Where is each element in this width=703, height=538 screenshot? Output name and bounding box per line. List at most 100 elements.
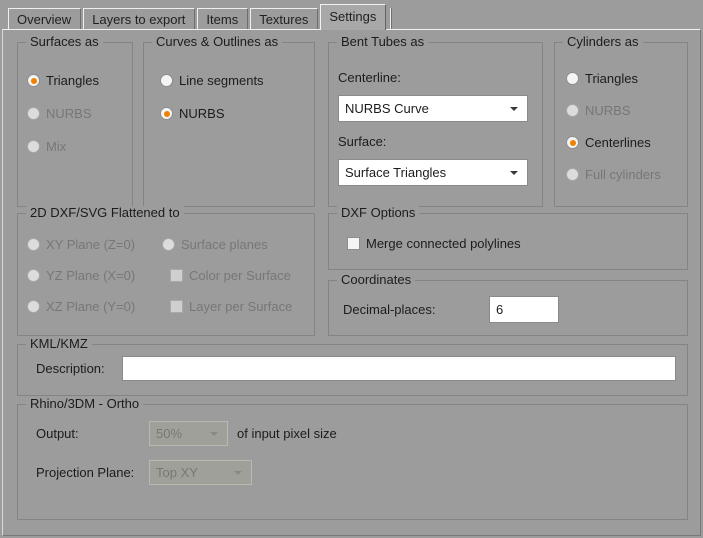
- checkbox-label: Layer per Surface: [189, 299, 292, 314]
- radio-icon: [160, 107, 173, 120]
- radio-label: Mix: [46, 139, 66, 154]
- label-text: Projection Plane:: [36, 465, 134, 480]
- radio-icon: [566, 104, 579, 117]
- radio-icon: [160, 74, 173, 87]
- checkbox-color-per-surface: Color per Surface: [170, 268, 291, 283]
- tab-strip-endcap: [390, 8, 392, 30]
- centerline-dropdown[interactable]: NURBS Curve: [338, 95, 528, 122]
- surface-dropdown[interactable]: Surface Triangles: [338, 159, 528, 186]
- radio-icon: [27, 140, 40, 153]
- radio-icon: [566, 72, 579, 85]
- group-curves-outlines-as: Curves & Outlines as Line segments NURBS: [143, 42, 315, 207]
- group-bent-tubes-as: Bent Tubes as Centerline: NURBS Curve Su…: [328, 42, 543, 207]
- description-input[interactable]: [122, 356, 676, 381]
- radio-surface-planes: Surface planes: [162, 237, 268, 252]
- radio-label: Full cylinders: [585, 167, 661, 182]
- group-surfaces-as: Surfaces as Triangles NURBS Mix: [17, 42, 133, 207]
- radio-surfaces-nurbs: NURBS: [27, 106, 92, 121]
- radio-icon: [27, 300, 40, 313]
- radio-cylinders-centerlines[interactable]: Centerlines: [566, 135, 651, 150]
- radio-icon: [27, 107, 40, 120]
- radio-icon: [566, 168, 579, 181]
- radio-label: XZ Plane (Y=0): [46, 299, 135, 314]
- centerline-value: NURBS Curve: [345, 101, 429, 116]
- group-title: DXF Options: [337, 206, 419, 220]
- tab-overview[interactable]: Overview: [8, 8, 81, 30]
- projection-plane-dropdown: Top XY: [149, 460, 252, 485]
- decimal-places-value: 6: [496, 302, 503, 317]
- group-title: Rhino/3DM - Ortho: [26, 397, 143, 411]
- radio-surfaces-mix: Mix: [27, 139, 66, 154]
- radio-xz-plane: XZ Plane (Y=0): [27, 299, 135, 314]
- checkbox-label: Color per Surface: [189, 268, 291, 283]
- checkbox-layer-per-surface: Layer per Surface: [170, 299, 292, 314]
- radio-label: Line segments: [179, 73, 264, 88]
- chevron-down-icon: [210, 432, 218, 436]
- radio-xy-plane: XY Plane (Z=0): [27, 237, 135, 252]
- tab-label: Overview: [17, 12, 71, 27]
- group-title: KML/KMZ: [26, 337, 92, 351]
- group-kml-kmz: KML/KMZ Description:: [17, 344, 688, 396]
- output-scale-dropdown: 50%: [149, 421, 228, 446]
- radio-curves-nurbs[interactable]: NURBS: [160, 106, 225, 121]
- checkbox-icon: [170, 300, 183, 313]
- radio-label: Surface planes: [181, 237, 268, 252]
- tab-label: Items: [206, 12, 238, 27]
- decimal-places-label: Decimal-places:: [343, 302, 435, 317]
- projection-plane-value: Top XY: [156, 465, 198, 480]
- surface-value: Surface Triangles: [345, 165, 446, 180]
- surface-label: Surface:: [338, 134, 386, 149]
- radio-icon: [27, 74, 40, 87]
- chevron-down-icon: [510, 171, 518, 175]
- tab-bar: Overview Layers to export Items Textures…: [0, 0, 703, 30]
- tab-label: Settings: [329, 9, 376, 24]
- group-cylinders-as: Cylinders as Triangles NURBS Centerlines…: [554, 42, 688, 207]
- group-rhino-3dm-ortho: Rhino/3DM - Ortho Output: 50% of input p…: [17, 404, 688, 520]
- radio-curves-line-segments[interactable]: Line segments: [160, 73, 264, 88]
- radio-label: NURBS: [46, 106, 92, 121]
- tab-layers-to-export[interactable]: Layers to export: [83, 8, 195, 30]
- group-flattened-to: 2D DXF/SVG Flattened to XY Plane (Z=0) Y…: [17, 213, 315, 336]
- tab-textures[interactable]: Textures: [250, 8, 318, 30]
- label-text: Centerline:: [338, 70, 401, 85]
- label-text: of input pixel size: [237, 426, 337, 441]
- checkbox-icon: [170, 269, 183, 282]
- group-coordinates: Coordinates Decimal-places: 6: [328, 280, 688, 336]
- centerline-label: Centerline:: [338, 70, 401, 85]
- radio-cylinders-full: Full cylinders: [566, 167, 661, 182]
- radio-label: Triangles: [585, 71, 638, 86]
- radio-cylinders-triangles[interactable]: Triangles: [566, 71, 638, 86]
- radio-label: Centerlines: [585, 135, 651, 150]
- group-title: Bent Tubes as: [337, 35, 428, 49]
- group-title: Coordinates: [337, 273, 415, 287]
- checkbox-label: Merge connected polylines: [366, 236, 521, 251]
- group-dxf-options: DXF Options Merge connected polylines: [328, 213, 688, 270]
- radio-icon: [27, 238, 40, 251]
- tab-label: Textures: [259, 12, 308, 27]
- radio-label: NURBS: [179, 106, 225, 121]
- radio-label: Triangles: [46, 73, 99, 88]
- group-title: 2D DXF/SVG Flattened to: [26, 206, 184, 220]
- output-label: Output:: [36, 426, 79, 441]
- projection-plane-label: Projection Plane:: [36, 465, 134, 480]
- tab-settings[interactable]: Settings: [320, 4, 386, 30]
- checkbox-merge-connected-polylines[interactable]: Merge connected polylines: [347, 236, 521, 251]
- label-text: Description:: [36, 361, 105, 376]
- group-title: Surfaces as: [26, 35, 103, 49]
- radio-label: YZ Plane (X=0): [46, 268, 135, 283]
- decimal-places-input[interactable]: 6: [489, 296, 559, 323]
- radio-surfaces-triangles[interactable]: Triangles: [27, 73, 99, 88]
- description-label: Description:: [36, 361, 105, 376]
- label-text: Output:: [36, 426, 79, 441]
- output-suffix-label: of input pixel size: [237, 426, 337, 441]
- label-text: Decimal-places:: [343, 302, 435, 317]
- chevron-down-icon: [510, 107, 518, 111]
- tab-items[interactable]: Items: [197, 8, 248, 30]
- tab-label: Layers to export: [92, 12, 185, 27]
- settings-panel: Surfaces as Triangles NURBS Mix Curves &…: [2, 29, 701, 536]
- radio-label: NURBS: [585, 103, 631, 118]
- output-scale-value: 50%: [156, 426, 182, 441]
- checkbox-icon: [347, 237, 360, 250]
- radio-yz-plane: YZ Plane (X=0): [27, 268, 135, 283]
- group-title: Cylinders as: [563, 35, 643, 49]
